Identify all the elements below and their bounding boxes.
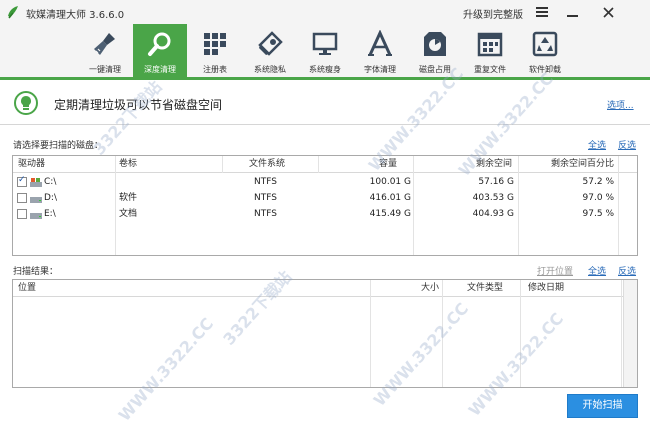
column-divider <box>621 280 622 387</box>
app-logo-icon <box>8 6 18 19</box>
drive-checkbox[interactable] <box>17 175 27 187</box>
duplicate-files-icon <box>477 32 503 57</box>
tool-label: 系统隐私 <box>254 65 286 74</box>
hard-drive-icon <box>30 197 42 203</box>
title-bar: 软媒清理大师 3.6.6.0 升级到完整版 <box>0 0 650 24</box>
results-table: 位置 大小 文件类型 修改日期 <box>12 279 638 388</box>
drive-section-label: 请选择要扫描的磁盘： <box>13 141 104 151</box>
broom-icon <box>94 33 115 55</box>
tool-label: 深度清理 <box>144 65 176 74</box>
minimize-icon <box>567 15 578 17</box>
drive-table-header: 驱动器 卷标 文件系统 容量 剩余空间 剩余空间百分比 <box>13 156 637 173</box>
tool-duplicate-files[interactable]: 重复文件 <box>463 24 517 77</box>
column-header[interactable]: 剩余空间百分比 <box>551 156 614 173</box>
start-scan-button[interactable]: 开始扫描 <box>567 394 638 418</box>
results-section-label: 扫描结果： <box>13 267 59 277</box>
free-space: 403.53 G <box>472 193 514 203</box>
drive-row[interactable]: E:\ 文档 NTFS 415.49 G 404.93 G 97.5 % <box>13 207 637 222</box>
banner-message: 定期清理垃圾可以节省磁盘空间 <box>54 98 223 112</box>
results-table-header: 位置 大小 文件类型 修改日期 <box>13 280 637 297</box>
minimize-button[interactable] <box>560 2 586 22</box>
tool-registry[interactable]: 注册表 <box>188 24 242 77</box>
close-icon <box>602 6 614 18</box>
tool-software-uninstall[interactable]: 软件卸载 <box>518 24 572 77</box>
drive-letter: C:\ <box>44 177 57 187</box>
tool-label: 系统瘦身 <box>309 65 341 74</box>
main-toolbar: 一键清理 深度清理 注册表 系统隐私 系统瘦身 字体清理 磁盘占用 重复文件 软… <box>0 24 650 80</box>
tool-label: 软件卸载 <box>529 65 561 74</box>
upgrade-link[interactable]: 升级到完整版 <box>463 6 523 21</box>
info-banner: 定期清理垃圾可以节省磁盘空间 选项... <box>0 83 650 125</box>
volume-label: 文档 <box>119 209 138 219</box>
drive-checkbox[interactable] <box>17 193 27 203</box>
column-divider <box>318 156 319 173</box>
drive-table: 驱动器 卷标 文件系统 容量 剩余空间 剩余空间百分比 C:\ NTFS 100… <box>12 155 638 256</box>
font-a-icon <box>368 30 392 56</box>
free-percent: 97.0 % <box>582 193 614 203</box>
registry-blocks-icon <box>204 33 226 55</box>
column-divider <box>222 156 223 173</box>
tool-label: 重复文件 <box>474 65 506 74</box>
tool-deep-clean[interactable]: 深度清理 <box>133 24 187 77</box>
drive-checkbox[interactable] <box>17 209 27 219</box>
drive-row[interactable]: C:\ NTFS 100.01 G 57.16 G 57.2 % <box>13 175 637 190</box>
column-header[interactable]: 驱动器 <box>18 156 45 173</box>
results-scrollbar[interactable] <box>623 280 637 387</box>
drive-letter: E:\ <box>44 209 56 219</box>
capacity: 415.49 G <box>369 209 411 219</box>
lightbulb-icon <box>14 91 38 115</box>
disk-usage-icon <box>424 32 446 56</box>
menu-button[interactable] <box>529 2 555 22</box>
column-header[interactable]: 大小 <box>421 280 439 297</box>
hamburger-icon <box>536 7 548 17</box>
app-title: 软媒清理大师 3.6.6.0 <box>26 10 125 21</box>
monitor-icon <box>312 32 338 55</box>
column-header[interactable]: 卷标 <box>119 156 137 173</box>
column-header[interactable]: 文件类型 <box>467 280 503 297</box>
column-header[interactable]: 剩余空间 <box>476 156 512 173</box>
free-space: 57.16 G <box>478 177 514 187</box>
magnifier-icon <box>148 32 171 56</box>
drive-invert-link[interactable]: 反选 <box>618 138 636 151</box>
column-header[interactable]: 容量 <box>379 156 397 173</box>
tool-label: 磁盘占用 <box>419 65 451 74</box>
tool-one-click-clean[interactable]: 一键清理 <box>78 24 132 77</box>
tool-system-slim[interactable]: 系统瘦身 <box>298 24 352 77</box>
drive-select-all-link[interactable]: 全选 <box>588 138 606 151</box>
tool-label: 一键清理 <box>89 65 121 74</box>
hard-drive-icon <box>30 213 42 219</box>
tool-disk-usage[interactable]: 磁盘占用 <box>408 24 462 77</box>
system-drive-icon <box>30 178 42 187</box>
free-percent: 57.2 % <box>582 177 614 187</box>
close-button[interactable] <box>595 2 621 22</box>
drive-row[interactable]: D:\ 软件 NTFS 416.01 G 403.53 G 97.0 % <box>13 191 637 206</box>
tool-system-privacy[interactable]: 系统隐私 <box>243 24 297 77</box>
capacity: 416.01 G <box>369 193 411 203</box>
open-location-link[interactable]: 打开位置 <box>537 264 573 277</box>
tool-label: 字体清理 <box>364 65 396 74</box>
free-space: 404.93 G <box>472 209 514 219</box>
column-divider <box>520 280 521 387</box>
results-select-all-link[interactable]: 全选 <box>588 264 606 277</box>
file-system: NTFS <box>254 177 277 187</box>
file-system: NTFS <box>254 193 277 203</box>
privacy-eraser-icon <box>258 31 283 56</box>
volume-label: 软件 <box>119 193 138 203</box>
results-invert-link[interactable]: 反选 <box>618 264 636 277</box>
options-link[interactable]: 选项... <box>607 98 634 111</box>
recycle-icon <box>532 31 558 57</box>
column-divider <box>442 280 443 387</box>
tool-font-clean[interactable]: 字体清理 <box>353 24 407 77</box>
drive-letter: D:\ <box>44 193 57 203</box>
file-system: NTFS <box>254 209 277 219</box>
tool-label: 注册表 <box>203 65 227 74</box>
column-header[interactable]: 位置 <box>18 280 36 297</box>
capacity: 100.01 G <box>369 177 411 187</box>
column-header[interactable]: 修改日期 <box>528 280 564 297</box>
column-divider <box>370 280 371 387</box>
column-header[interactable]: 文件系统 <box>249 156 285 173</box>
free-percent: 97.5 % <box>582 209 614 219</box>
